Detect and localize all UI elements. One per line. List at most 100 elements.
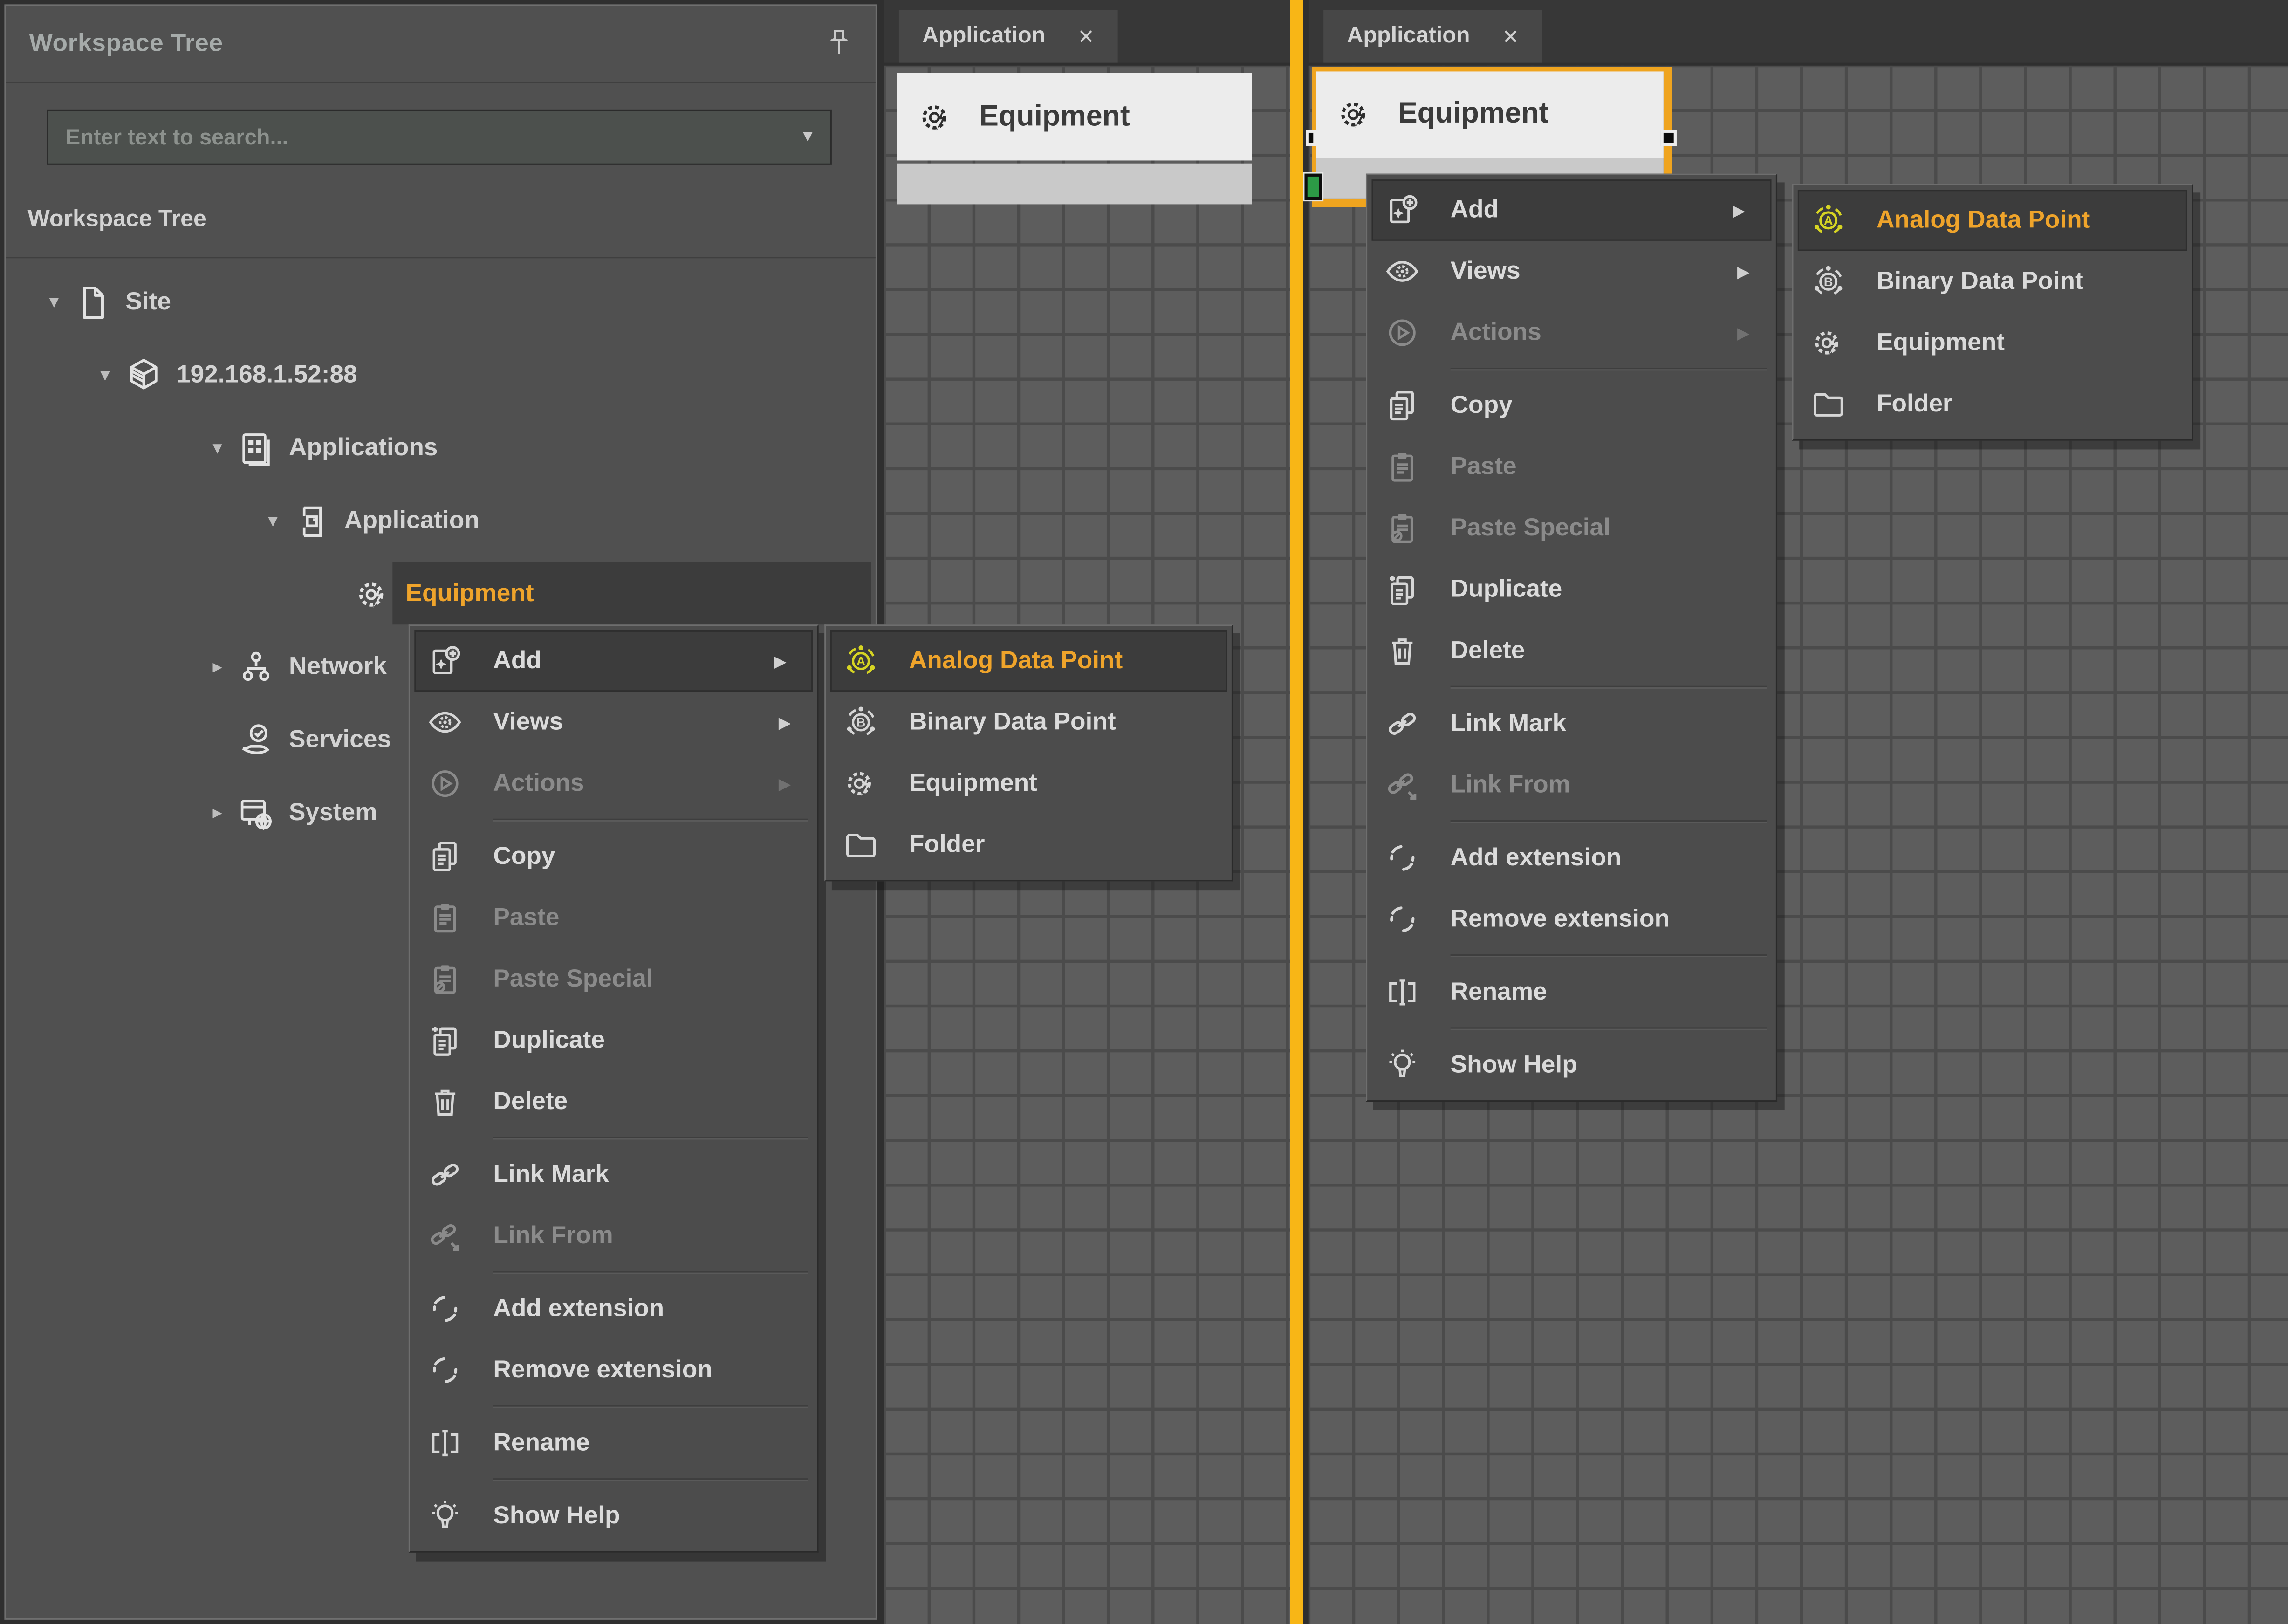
menu-item-link-from: Link From: [1367, 754, 1776, 816]
search-input[interactable]: [63, 123, 800, 151]
expander-open-icon[interactable]: ▾: [35, 290, 73, 314]
duplicate-icon: [426, 1021, 464, 1059]
link-icon: [426, 1156, 464, 1193]
search-dropdown-icon[interactable]: ▼: [800, 129, 815, 146]
duplicate-icon: [1384, 570, 1421, 608]
menu-item-delete[interactable]: Delete: [1367, 620, 1776, 682]
tree-section-label: Workspace Tree: [27, 207, 206, 233]
menu-item-views[interactable]: Views ▶: [410, 692, 817, 753]
menu-item-delete[interactable]: Delete: [410, 1071, 817, 1132]
tab-close-icon[interactable]: ✕: [1077, 24, 1095, 49]
resize-handle-right[interactable]: [1661, 130, 1677, 146]
tab-application[interactable]: Application ✕: [1323, 10, 1542, 63]
menu-item-label: Remove extension: [493, 1356, 712, 1385]
submenu-item-binary-data-point[interactable]: Binary Data Point: [1793, 251, 2192, 313]
menu-item-show-help[interactable]: Show Help: [410, 1486, 817, 1547]
menu-item-add[interactable]: Add ▶: [414, 630, 813, 692]
menu-item-label: Paste: [493, 903, 559, 932]
system-icon: [236, 793, 276, 833]
tab-label: Application: [1347, 23, 1470, 49]
menu-item-views[interactable]: Views ▶: [1367, 241, 1776, 302]
menu-item-label: Show Help: [493, 1501, 620, 1531]
app-window: Workspace Tree ▼ Workspace Tree ▾ Site ▾…: [0, 0, 2288, 1624]
tree-item-label: Equipment: [406, 579, 534, 609]
equipment-widget-header[interactable]: Equipment: [897, 73, 1252, 161]
tree-item-equipment[interactable]: Equipment: [6, 557, 876, 630]
submenu-item-analog-data-point[interactable]: Analog Data Point: [830, 630, 1227, 692]
expander-closed-icon[interactable]: ▸: [199, 801, 236, 824]
submenu-item-analog-data-point[interactable]: Analog Data Point: [1798, 190, 2187, 251]
menu-item-rename[interactable]: Rename: [1367, 962, 1776, 1023]
menu-item-add[interactable]: Add ▶: [1372, 179, 1772, 241]
gear-bolt-icon: [842, 765, 880, 802]
menu-separator: [493, 1271, 808, 1274]
tree-item-label: Services: [289, 725, 391, 754]
submenu-arrow-icon: ▶: [1737, 262, 1750, 281]
add-submenu: Analog Data Point Binary Data Point Equi…: [824, 624, 1233, 881]
expander-open-icon[interactable]: ▾: [254, 509, 292, 533]
menu-item-remove-extension[interactable]: Remove extension: [1367, 889, 1776, 950]
anchor-handle[interactable]: [1304, 174, 1322, 200]
resize-handle-left[interactable]: [1306, 130, 1316, 146]
submenu-item-equipment[interactable]: Equipment: [826, 753, 1232, 815]
applications-icon: [236, 428, 276, 468]
menu-item-label: Actions: [1451, 318, 1541, 348]
tree-item-label: Network: [289, 652, 387, 682]
submenu-arrow-icon: ▶: [779, 713, 791, 732]
add-submenu: Analog Data Point Binary Data Point Equi…: [1792, 184, 2193, 441]
expander-open-icon[interactable]: ▾: [199, 436, 236, 459]
menu-item-label: Show Help: [1451, 1051, 1577, 1080]
analog-point-icon: [842, 642, 880, 680]
menu-item-duplicate[interactable]: Duplicate: [1367, 559, 1776, 620]
equipment-widget-body[interactable]: [897, 164, 1252, 205]
menu-item-label: Binary Data Point: [1877, 267, 2083, 296]
extension-arrows-icon: [426, 1290, 464, 1328]
expander-closed-icon[interactable]: ▸: [199, 655, 236, 678]
pin-icon[interactable]: [823, 26, 855, 58]
context-menu: Add ▶ Views ▶ Actions ▶ Copy Paste Paste…: [409, 624, 819, 1553]
pane-splitter[interactable]: [1290, 0, 1303, 1624]
folder-icon: [1809, 385, 1847, 423]
lightbulb-icon: [426, 1497, 464, 1535]
menu-item-copy[interactable]: Copy: [410, 826, 817, 887]
menu-item-show-help[interactable]: Show Help: [1367, 1035, 1776, 1096]
submenu-item-folder[interactable]: Folder: [826, 814, 1232, 876]
add-icon: [426, 642, 464, 680]
equipment-widget-header[interactable]: Equipment: [1316, 71, 1664, 158]
expander-open-icon[interactable]: ▾: [86, 363, 124, 387]
equipment-widget[interactable]: Equipment: [897, 73, 1252, 205]
play-circle-icon: [1384, 314, 1421, 351]
binary-point-icon: [1809, 263, 1847, 301]
menu-item-link-mark[interactable]: Link Mark: [1367, 693, 1776, 754]
submenu-item-equipment[interactable]: Equipment: [1793, 312, 2192, 374]
equipment-widget-label: Equipment: [979, 100, 1130, 134]
tree-item-applications[interactable]: ▾ Applications: [6, 411, 876, 485]
menu-item-paste-special: Paste Special: [410, 948, 817, 1010]
menu-item-rename[interactable]: Rename: [410, 1412, 817, 1474]
menu-item-link-mark[interactable]: Link Mark: [410, 1144, 817, 1206]
menu-item-label: Rename: [1451, 978, 1547, 1007]
submenu-arrow-icon: ▶: [1733, 201, 1746, 220]
menu-item-label: Copy: [1451, 391, 1513, 420]
application-icon: [292, 501, 331, 541]
tab-application[interactable]: Application ✕: [899, 10, 1118, 63]
menu-item-add-extension[interactable]: Add extension: [410, 1278, 817, 1340]
menu-item-add-extension[interactable]: Add extension: [1367, 828, 1776, 889]
menu-item-label: Delete: [493, 1087, 568, 1117]
tab-close-icon[interactable]: ✕: [1502, 24, 1519, 49]
submenu-item-binary-data-point[interactable]: Binary Data Point: [826, 692, 1232, 753]
tree-item-label: Site: [125, 288, 171, 317]
copy-icon: [1384, 387, 1421, 425]
menu-separator: [1451, 954, 1767, 957]
tree-item-site[interactable]: ▾ Site: [6, 266, 876, 339]
submenu-item-folder[interactable]: Folder: [1793, 374, 2192, 435]
menu-item-duplicate[interactable]: Duplicate: [410, 1010, 817, 1071]
tree-item-station[interactable]: ▾ 192.168.1.52:88: [6, 338, 876, 411]
menu-item-copy[interactable]: Copy: [1367, 375, 1776, 437]
menu-item-remove-extension[interactable]: Remove extension: [410, 1340, 817, 1401]
tree-item-application[interactable]: ▾ Application: [6, 485, 876, 558]
services-icon: [236, 720, 276, 760]
gear-bolt-icon: [1335, 95, 1375, 135]
menu-item-label: Duplicate: [1451, 575, 1562, 604]
paste-special-icon: [1384, 509, 1421, 547]
